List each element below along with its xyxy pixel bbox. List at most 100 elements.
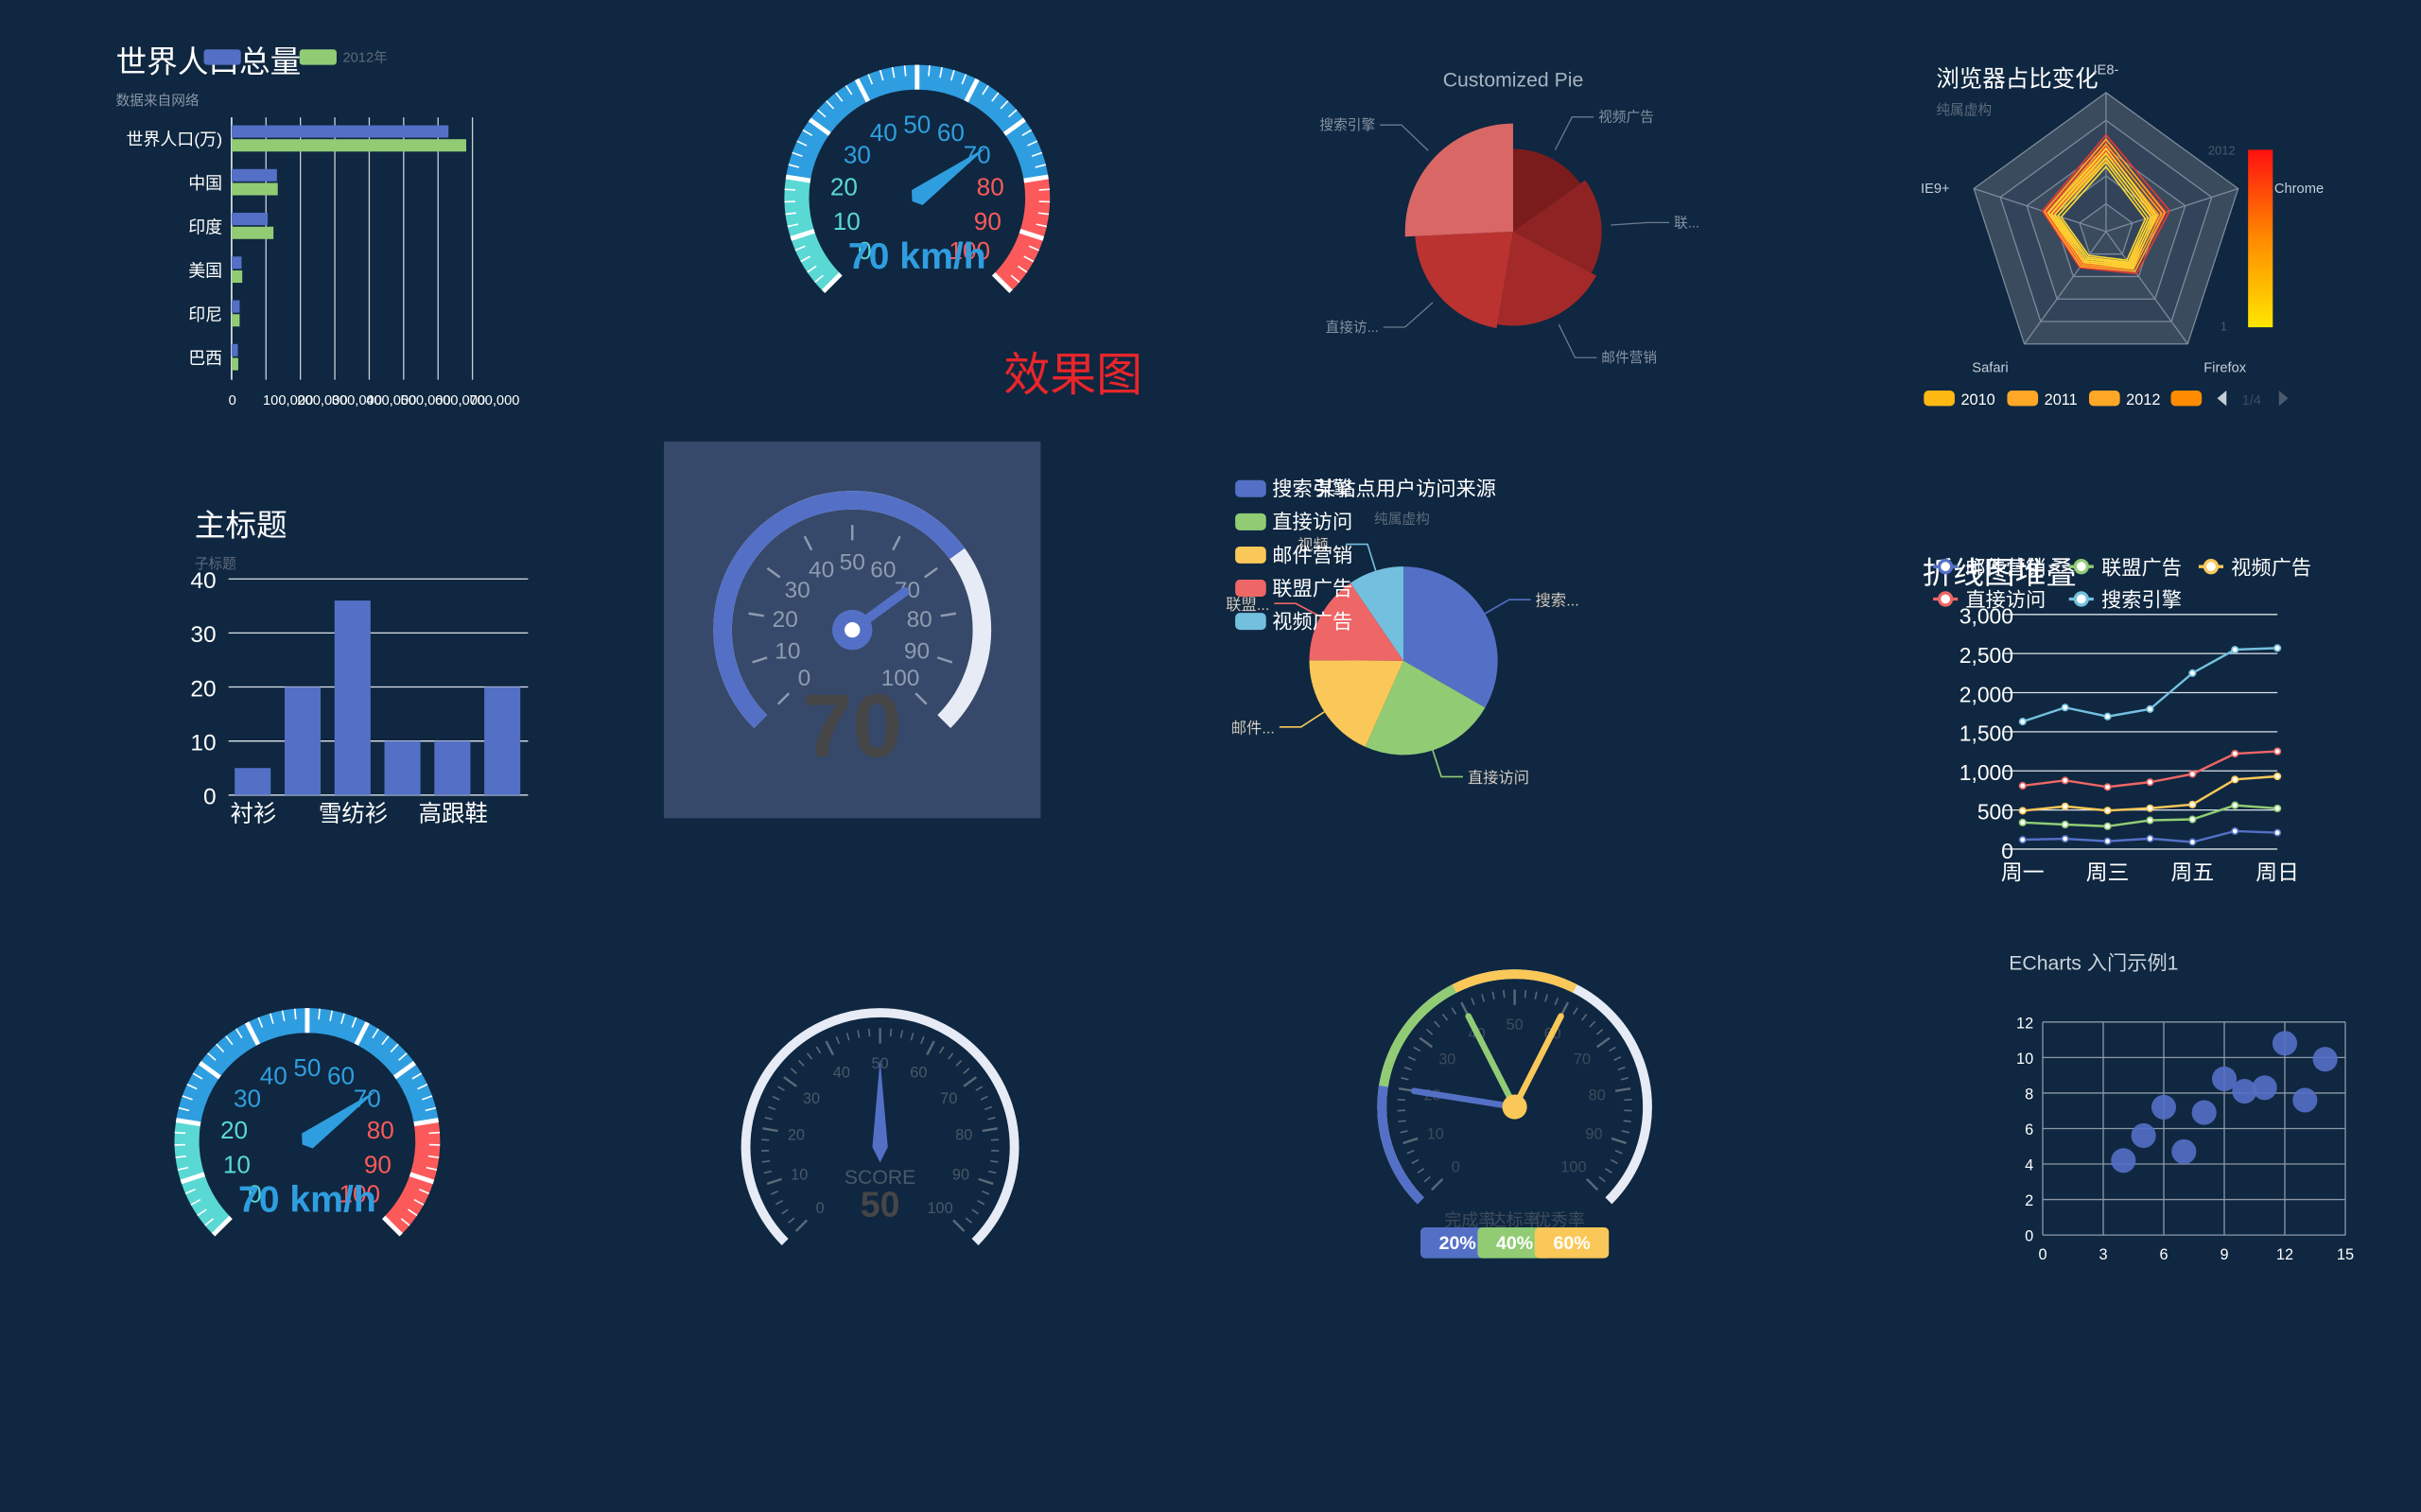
gauge-tick — [928, 65, 931, 77]
series-point — [2061, 802, 2069, 810]
gauge-tick — [889, 1028, 893, 1037]
tick-label: 700,000 — [469, 393, 519, 408]
gauge-tick-label: 50 — [293, 1053, 321, 1082]
gauge-tick-label: 90 — [952, 1166, 969, 1183]
gauge-tick — [867, 1028, 871, 1037]
gauge-tick — [761, 1138, 770, 1141]
gauge-tick-label: 80 — [955, 1127, 972, 1144]
gauge-tick — [1596, 1036, 1611, 1049]
gauge-tick — [1614, 1086, 1631, 1092]
radar-indicator: IE8- — [2093, 62, 2118, 78]
tick-label: 0 — [2038, 1246, 2047, 1263]
bar — [434, 740, 471, 795]
legend-swatch — [2088, 391, 2120, 407]
bar — [231, 226, 274, 239]
gauge-badge-label: 60% — [1553, 1233, 1590, 1254]
gauge-badge-label: 40% — [1496, 1233, 1533, 1254]
label-line — [1380, 124, 1429, 151]
legend-label: 直接访问 — [1965, 589, 2046, 612]
gauge-tick — [982, 1127, 998, 1133]
series-point — [2103, 712, 2112, 721]
bar — [231, 125, 449, 138]
gauge-tick — [980, 1095, 988, 1101]
tick-label: 15 — [2337, 1246, 2354, 1263]
gauge-tick — [1431, 1177, 1444, 1191]
gauge-tick — [982, 1190, 990, 1195]
gauge-tick-label: 30 — [234, 1084, 261, 1112]
series-point — [2231, 749, 2239, 758]
gauge-tick-label: 40 — [809, 557, 834, 582]
radar-indicator: Chrome — [2274, 182, 2324, 197]
gauge-tick-label: 30 — [844, 141, 871, 169]
tick-label: 30 — [190, 622, 216, 648]
gauge-tick — [1408, 1056, 1417, 1061]
category-label: 周日 — [2256, 860, 2299, 885]
gauge-tick-label: 40 — [870, 118, 897, 147]
label-line — [1383, 302, 1434, 328]
gauge-tick-label: 80 — [977, 173, 1004, 201]
gauge-tick — [1596, 1028, 1604, 1035]
gauge-tick — [768, 1105, 776, 1111]
tick-label: 0 — [2025, 1228, 2033, 1245]
radar-title: 浏览器占比变化 — [1936, 65, 2098, 92]
gauge-tick — [1598, 1175, 1606, 1183]
gauge-tick — [975, 1086, 984, 1091]
gauge-tick — [1624, 1099, 1632, 1102]
gauge-tick-label: 40 — [260, 1061, 287, 1089]
series-point — [2061, 834, 2069, 843]
series-point — [2018, 835, 2027, 844]
gauge-tick — [783, 1076, 797, 1087]
legend-swatch — [2170, 391, 2203, 407]
gauge-tick — [1614, 1149, 1623, 1155]
scatter-chart: ECharts 入门示例1 0 2 4 6 8 10 12 0 3 6 9 12 15 — [2009, 951, 2354, 1263]
scatter-point — [2272, 1031, 2298, 1056]
gauge-tick-label: 30 — [784, 578, 810, 603]
series-point — [2231, 645, 2239, 654]
gauge-tick — [770, 1190, 779, 1195]
gauge-anchor — [1502, 1094, 1527, 1120]
legend-swatch — [1235, 546, 1266, 564]
visualmap-max: 2012 — [2208, 143, 2236, 157]
gauge-tick — [1441, 1014, 1449, 1021]
gauge-tick-label: 60 — [870, 557, 896, 582]
scatter-point — [2292, 1087, 2318, 1113]
legend-swatch-2011[interactable] — [203, 49, 241, 65]
gauge-tick-label: 80 — [1589, 1086, 1606, 1104]
gauge-tick — [845, 1033, 850, 1041]
scatter-point — [2191, 1100, 2217, 1125]
label-line — [1279, 711, 1325, 728]
gauge-tick — [1608, 1046, 1616, 1052]
series-point — [2273, 804, 2282, 813]
gauge-tick — [825, 1040, 835, 1056]
gauge-anchor-dot — [845, 621, 861, 638]
legend-swatch-2012[interactable] — [299, 49, 337, 65]
legend-swatch — [1235, 479, 1266, 497]
series-point — [2273, 828, 2282, 837]
gauge-tick — [978, 1177, 994, 1186]
gauge-tick — [1610, 1158, 1618, 1165]
population-legend[interactable]: 2012年 — [342, 49, 388, 65]
basic-bar-title: 主标题 — [195, 508, 287, 543]
gauge-tick — [899, 1030, 903, 1038]
gauge-tick — [1481, 994, 1486, 1002]
pie-slice — [1404, 123, 1513, 237]
label-line — [1558, 323, 1597, 358]
gauge-tick — [963, 1076, 978, 1087]
gauge-tick — [1417, 1168, 1425, 1174]
bar — [231, 168, 277, 182]
series-point — [2061, 704, 2069, 712]
series-point — [2188, 815, 2197, 824]
bar — [334, 600, 371, 795]
gauge-tick-label: 90 — [974, 207, 1001, 235]
gauge-value-label: 70 km/h — [238, 1180, 376, 1221]
gauge-tick-label: 100 — [927, 1200, 952, 1217]
tick-label: 12 — [2016, 1015, 2033, 1032]
legend-swatch — [1235, 580, 1266, 598]
tick-label: 2,000 — [1959, 682, 2013, 706]
series-point — [2146, 816, 2154, 825]
gauge-tick — [1426, 1028, 1434, 1035]
gauge-tick — [963, 1068, 970, 1074]
tick-label: 3 — [2099, 1246, 2107, 1263]
scatter-point — [2131, 1122, 2156, 1149]
tick-label: 8 — [2025, 1086, 2033, 1103]
